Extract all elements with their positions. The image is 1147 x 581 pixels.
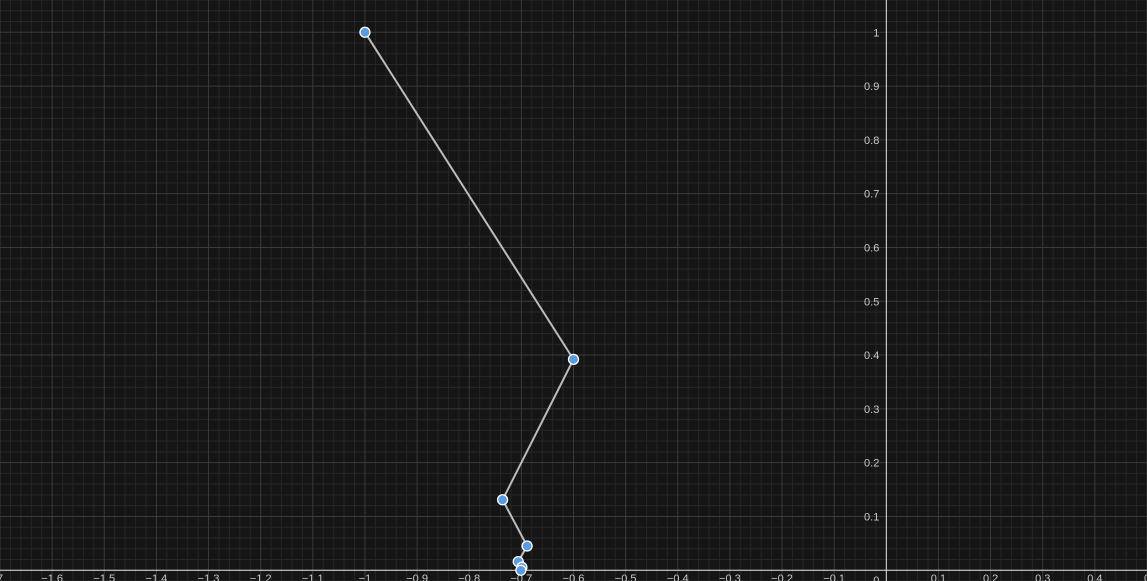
- x-tick-label: −0.1: [823, 573, 845, 581]
- data-point: [359, 26, 371, 38]
- x-tick-label: 7: [0, 573, 3, 581]
- y-tick-label: 1: [873, 27, 879, 39]
- data-point: [515, 564, 527, 576]
- data-point: [521, 540, 533, 552]
- y-tick-label: 0.5: [864, 296, 879, 308]
- data-point: [567, 353, 580, 366]
- y-tick-label: 0.3: [864, 404, 879, 416]
- y-tick-label: 0.1: [864, 511, 879, 523]
- y-tick-label: 0.7: [864, 189, 879, 201]
- x-tick-label: −1: [359, 573, 372, 581]
- x-tick-label: −1.3: [198, 573, 220, 581]
- x-tick-label: −1.5: [93, 573, 115, 581]
- y-tick-label: 0.9: [864, 81, 879, 93]
- x-tick-label: −1.2: [250, 573, 272, 581]
- data-point: [496, 494, 509, 506]
- x-tick-label: −1.4: [146, 573, 168, 581]
- x-tick-label: −0.3: [719, 573, 741, 581]
- x-tick-label: −0.9: [406, 573, 428, 581]
- x-tick-label: −0.8: [458, 573, 480, 581]
- x-tick-label: −0.5: [615, 573, 637, 581]
- x-tick-label: 0.1: [931, 573, 946, 581]
- x-tick-label: 0.2: [983, 573, 998, 581]
- x-tick-label: 0.3: [1035, 573, 1050, 581]
- y-tick-label: 0.4: [864, 350, 879, 362]
- y-tick-label: 0.2: [864, 458, 879, 470]
- x-tick-label: −0.6: [563, 573, 585, 581]
- x-tick-label: −1.6: [41, 573, 63, 581]
- x-tick-label: 0.4: [1087, 573, 1102, 581]
- x-tick-label: −0.4: [667, 573, 689, 581]
- y-tick-label: 0.6: [864, 242, 879, 254]
- origin-label: 0: [873, 575, 879, 581]
- y-tick-label: 0.8: [864, 135, 879, 147]
- x-tick-label: −0.2: [771, 573, 793, 581]
- chart-plot[interactable]: 7−1.6−1.5−1.4−1.3−1.2−1.1−1−0.9−0.8−0.7−…: [0, 0, 1147, 581]
- x-tick-label: −1.1: [302, 573, 324, 581]
